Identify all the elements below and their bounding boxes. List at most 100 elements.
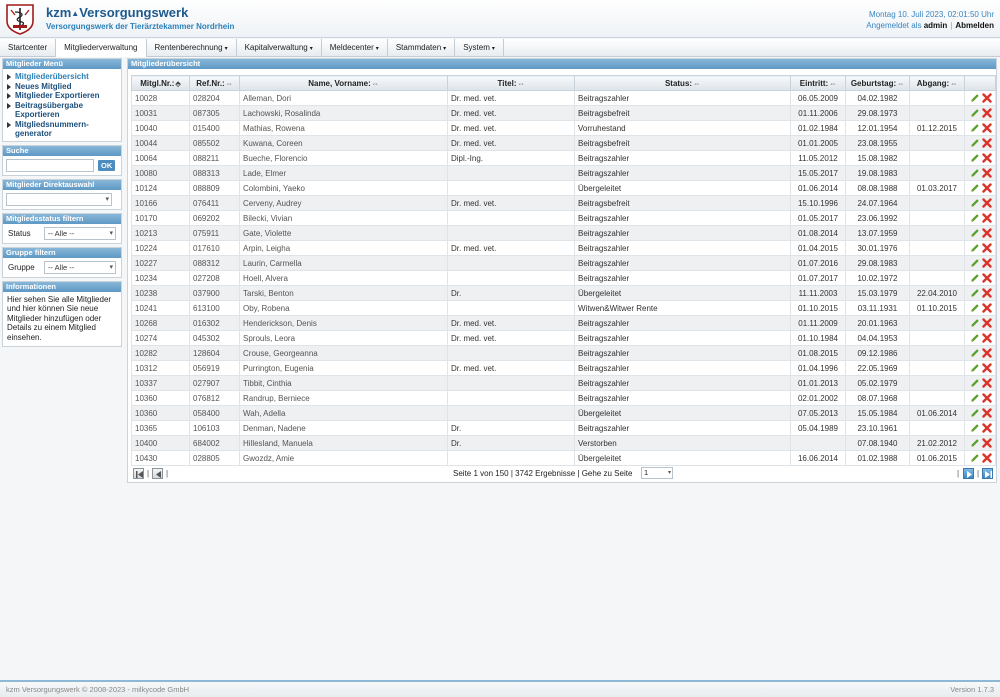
edit-pencil-icon[interactable] [969, 108, 980, 119]
menu-item-export-members[interactable]: Mitglieder Exportieren [7, 91, 118, 101]
edit-pencil-icon[interactable] [969, 198, 980, 209]
column-header-name[interactable]: Name, Vorname:⇔ [239, 75, 448, 91]
delete-icon[interactable] [981, 408, 992, 418]
delete-icon[interactable] [981, 303, 992, 313]
delete-icon[interactable] [981, 168, 992, 178]
table-row[interactable]: 10365 106103 Denman, Nadene Dr. Beitragszahl… [131, 420, 996, 436]
delete-icon[interactable] [981, 273, 992, 283]
edit-pencil-icon[interactable] [969, 393, 980, 404]
edit-pencil-icon[interactable] [969, 213, 980, 224]
delete-icon[interactable] [981, 453, 992, 463]
delete-icon[interactable] [981, 153, 992, 163]
edit-pencil-icon[interactable] [969, 123, 980, 134]
table-row[interactable]: 10337 027907 Tibbit, Cinthia Beitragszahler… [131, 375, 996, 391]
edit-pencil-icon[interactable] [969, 348, 980, 359]
table-row[interactable]: 10312 056919 Purrington, Eugenia Dr. med. v… [131, 360, 996, 376]
delete-icon[interactable] [981, 438, 992, 448]
delete-icon[interactable] [981, 183, 992, 193]
edit-pencil-icon[interactable] [969, 93, 980, 104]
prev-page-button[interactable] [152, 468, 163, 479]
column-header-eintritt[interactable]: Eintritt:⇔ [790, 75, 846, 91]
nav-rentenberechnung[interactable]: Rentenberechnung ▾ [147, 39, 237, 57]
edit-pencil-icon[interactable] [969, 258, 980, 269]
edit-pencil-icon[interactable] [969, 438, 980, 449]
edit-pencil-icon[interactable] [969, 378, 980, 389]
group-select[interactable]: -- Alle -- ▾ [44, 260, 116, 274]
delete-icon[interactable] [981, 243, 992, 253]
table-row[interactable]: 10268 016302 Henderickson, Denis Dr. med. v… [131, 315, 996, 331]
table-row[interactable]: 10080 088313 Lade, Elmer Beitragszahler 15.0… [131, 165, 996, 181]
menu-item-overview[interactable]: Mitgliederübersicht [7, 72, 118, 82]
delete-icon[interactable] [981, 363, 992, 373]
delete-icon[interactable] [981, 258, 992, 268]
edit-pencil-icon[interactable] [969, 168, 980, 179]
next-page-button[interactable] [963, 468, 974, 479]
edit-pencil-icon[interactable] [969, 408, 980, 419]
member-direct-select[interactable]: ▾ [6, 192, 112, 206]
table-row[interactable]: 10044 085502 Kuwana, Coreen Dr. med. vet. Be… [131, 135, 996, 151]
search-input[interactable] [6, 158, 94, 172]
table-row[interactable]: 10274 045302 Sprouls, Leora Dr. med. vet. Be… [131, 330, 996, 346]
delete-icon[interactable] [981, 93, 992, 103]
nav-system[interactable]: System ▾ [455, 39, 504, 57]
edit-pencil-icon[interactable] [969, 183, 980, 194]
delete-icon[interactable] [981, 198, 992, 208]
table-row[interactable]: 10213 075911 Gate, Violette Beitragszahler 0… [131, 225, 996, 241]
delete-icon[interactable] [981, 333, 992, 343]
delete-icon[interactable] [981, 138, 992, 148]
table-row[interactable]: 10124 088809 Colombini, Yaeko Übergeleitet 0… [131, 180, 996, 196]
column-header-geburtstag[interactable]: Geburtstag:⇔ [845, 75, 910, 91]
table-row[interactable]: 10028 028204 Alleman, Dori Dr. med. vet. Bei… [131, 90, 996, 106]
table-row[interactable]: 10360 076812 Randrup, Berniece Beitragszahl… [131, 390, 996, 406]
delete-icon[interactable] [981, 393, 992, 403]
nav-mitgliederverwaltung[interactable]: Mitgliederverwaltung [56, 39, 147, 57]
table-row[interactable]: 10224 017610 Arpin, Leigha Dr. med. vet. Bei… [131, 240, 996, 256]
table-row[interactable]: 10360 058400 Wah, Adella Übergeleitet 07.05.… [131, 405, 996, 421]
goto-page-select[interactable]: 1 ▾ [641, 467, 673, 479]
nav-meldecenter[interactable]: Meldecenter ▾ [322, 39, 388, 57]
delete-icon[interactable] [981, 378, 992, 388]
nav-startcenter[interactable]: Startcenter [0, 39, 57, 57]
edit-pencil-icon[interactable] [969, 243, 980, 254]
delete-icon[interactable] [981, 423, 992, 433]
edit-pencil-icon[interactable] [969, 228, 980, 239]
edit-pencil-icon[interactable] [969, 423, 980, 434]
column-header-status[interactable]: Status:⇔ [574, 75, 791, 91]
table-row[interactable]: 10170 069202 Bilecki, Vivian Beitragszahler… [131, 210, 996, 226]
edit-pencil-icon[interactable] [969, 153, 980, 164]
delete-icon[interactable] [981, 123, 992, 133]
logout-link[interactable]: Abmelden [955, 21, 994, 30]
table-row[interactable]: 10031 087305 Lachowski, Rosalinda Dr. med. … [131, 105, 996, 121]
first-page-button[interactable] [133, 468, 144, 479]
edit-pencil-icon[interactable] [969, 333, 980, 344]
menu-item-number-generator[interactable]: Mitgliedsnummern-generator [7, 120, 118, 139]
table-row[interactable]: 10227 088312 Laurin, Carmella Beitragszahle… [131, 255, 996, 271]
delete-icon[interactable] [981, 228, 992, 238]
delete-icon[interactable] [981, 318, 992, 328]
menu-item-new-member[interactable]: Neues Mitglied [7, 82, 118, 92]
delete-icon[interactable] [981, 108, 992, 118]
last-page-button[interactable] [982, 468, 993, 479]
column-header-abgang[interactable]: Abgang:⇔ [909, 75, 965, 91]
table-row[interactable]: 10040 015400 Mathias, Rowena Dr. med. vet. V… [131, 120, 996, 136]
table-row[interactable]: 10282 128604 Crouse, Georgeanna Beitragszah… [131, 345, 996, 361]
delete-icon[interactable] [981, 288, 992, 298]
column-header-mitgl-nr[interactable]: Mitgl.Nr.:⬘ [131, 75, 190, 91]
table-row[interactable]: 10238 037900 Tarski, Benton Dr. Übergeleitet… [131, 285, 996, 301]
table-row[interactable]: 10064 088211 Bueche, Florencio Dipl.-Ing. Be… [131, 150, 996, 166]
edit-pencil-icon[interactable] [969, 138, 980, 149]
edit-pencil-icon[interactable] [969, 363, 980, 374]
edit-pencil-icon[interactable] [969, 303, 980, 314]
table-row[interactable]: 10430 028805 Gwozdz, Amie Übergeleitet 16.06… [131, 450, 996, 466]
search-ok-button[interactable]: OK [98, 159, 116, 171]
table-row[interactable]: 10400 684002 Hillesland, Manuela Dr. Verstor… [131, 435, 996, 451]
table-row[interactable]: 10234 027208 Hoell, Alvera Beitragszahler 01… [131, 270, 996, 286]
edit-pencil-icon[interactable] [969, 273, 980, 284]
column-header-titel[interactable]: Titel:⇔ [447, 75, 575, 91]
edit-pencil-icon[interactable] [969, 318, 980, 329]
table-row[interactable]: 10241 613100 Oby, Robena Witwen&Witwer Rent… [131, 300, 996, 316]
edit-pencil-icon[interactable] [969, 453, 980, 464]
nav-stammdaten[interactable]: Stammdaten ▾ [388, 39, 456, 57]
column-header-ref-nr[interactable]: Ref.Nr.:⇔ [189, 75, 240, 91]
edit-pencil-icon[interactable] [969, 288, 980, 299]
